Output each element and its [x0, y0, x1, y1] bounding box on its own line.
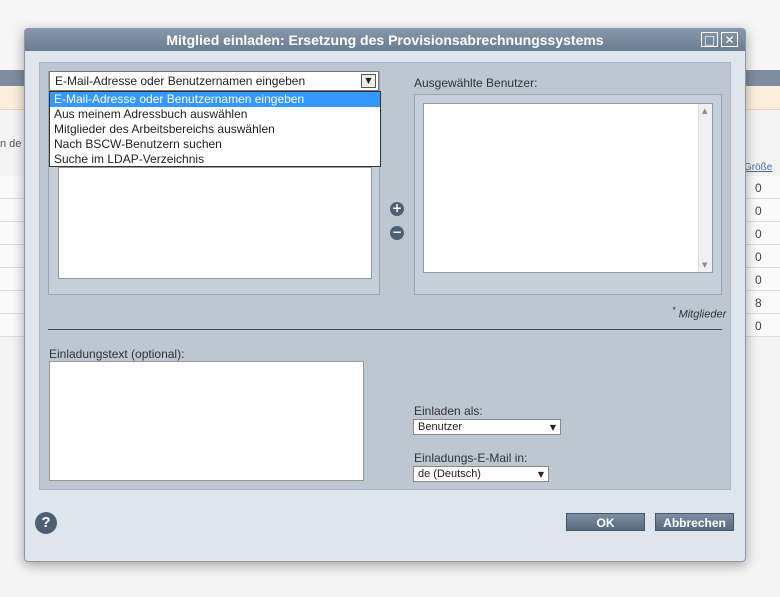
selected-users-scrollbar[interactable]: ▲ ▼	[698, 104, 712, 272]
invite-as-value: Benutzer	[418, 421, 463, 433]
dropdown-option-addressbook[interactable]: Aus meinem Adressbuch auswählen	[50, 107, 380, 122]
remove-user-icon[interactable]: −	[390, 226, 404, 240]
chevron-down-icon[interactable]: ▼	[361, 74, 376, 88]
chevron-down-icon: ▼	[537, 470, 544, 479]
background-text: n de	[0, 138, 22, 150]
email-language-label: Einladungs-E-Mail in:	[414, 451, 528, 465]
chevron-down-icon: ▼	[549, 423, 556, 432]
dropdown-option-bscw-search[interactable]: Nach BSCW-Benutzern suchen	[50, 137, 380, 152]
dropdown-option-email[interactable]: E-Mail-Adresse oder Benutzernamen eingeb…	[50, 92, 380, 107]
email-language-select[interactable]: de (Deutsch) ▼	[413, 466, 549, 482]
invite-as-select[interactable]: Benutzer ▼	[413, 419, 561, 435]
scroll-down-icon[interactable]: ▼	[702, 261, 707, 269]
selected-users-box: ▲ ▼	[414, 94, 722, 295]
members-note: * Mitglieder	[672, 305, 726, 321]
scroll-up-icon[interactable]: ▲	[702, 107, 707, 115]
selected-users-list[interactable]: ▲ ▼	[423, 103, 713, 273]
cancel-button[interactable]: Abbrechen	[655, 513, 734, 531]
add-user-icon[interactable]: +	[390, 202, 404, 216]
members-note-text: Mitglieder	[678, 308, 727, 321]
section-divider	[48, 329, 722, 330]
dialog-title: Mitglied einladen: Ersetzung des Provisi…	[166, 32, 604, 48]
dialog-content-panel: E-Mail-Adresse oder Benutzernamen eingeb…	[39, 62, 731, 490]
search-mode-select[interactable]: E-Mail-Adresse oder Benutzernamen eingeb…	[49, 71, 379, 91]
dropdown-option-workspace-members[interactable]: Mitglieder des Arbeitsbereichs auswählen	[50, 122, 380, 137]
search-mode-dropdown: E-Mail-Adresse oder Benutzernamen eingeb…	[49, 91, 381, 167]
dropdown-option-ldap-search[interactable]: Suche im LDAP-Verzeichnis	[50, 152, 380, 167]
search-results-list[interactable]	[58, 167, 372, 279]
help-icon[interactable]: ?	[35, 512, 57, 534]
background-column-size: Größe	[744, 162, 773, 173]
invitation-text-label: Einladungstext (optional):	[49, 347, 185, 361]
invite-member-dialog: Mitglied einladen: Ersetzung des Provisi…	[24, 28, 746, 562]
search-mode-value: E-Mail-Adresse oder Benutzernamen eingeb…	[55, 74, 306, 88]
email-language-value: de (Deutsch)	[418, 468, 481, 480]
invite-as-label: Einladen als:	[414, 404, 483, 418]
members-note-mark: *	[672, 305, 676, 315]
selected-users-label: Ausgewählte Benutzer:	[414, 76, 538, 90]
close-icon[interactable]: ✕	[721, 32, 738, 47]
invitation-text-input[interactable]	[49, 361, 364, 481]
maximize-icon[interactable]: □	[701, 32, 718, 47]
ok-button[interactable]: OK	[566, 513, 645, 531]
dialog-titlebar[interactable]: Mitglied einladen: Ersetzung des Provisi…	[25, 29, 745, 51]
